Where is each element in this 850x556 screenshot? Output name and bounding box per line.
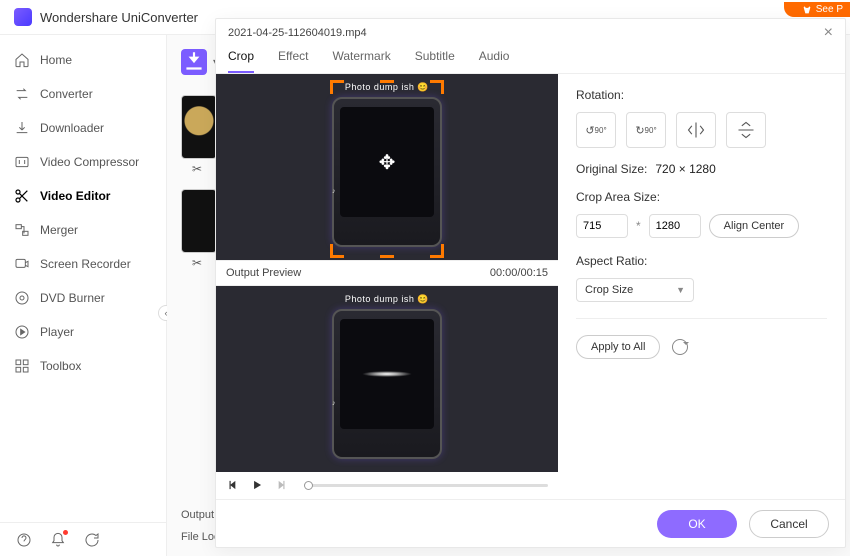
chevron-down-icon: ▼ — [676, 285, 685, 295]
editor-tabs: Crop Effect Watermark Subtitle Audio — [216, 41, 845, 74]
download-icon — [14, 120, 30, 136]
ok-button[interactable]: OK — [657, 510, 737, 538]
crop-preview-output: Photo dump ish 😊 ♪ — [216, 286, 558, 472]
crop-handles[interactable] — [330, 80, 444, 258]
sidebar-label: Player — [40, 325, 74, 339]
rotate-right-button[interactable]: ↻90° — [626, 112, 666, 148]
tab-audio[interactable]: Audio — [479, 49, 510, 73]
app-name: Wondershare UniConverter — [40, 10, 198, 25]
next-frame-button[interactable] — [274, 478, 288, 492]
output-preview-label: Output Preview — [226, 267, 301, 279]
add-file-icon — [181, 49, 207, 75]
preview-column: Photo dump ish 😊 ✥♪ Output Preview 00:00… — [216, 74, 558, 499]
sidebar-label: Video Editor — [40, 189, 110, 203]
sidebar-label: DVD Burner — [40, 291, 105, 305]
apply-to-all-button[interactable]: Apply to All — [576, 335, 660, 359]
aspect-ratio-value: Crop Size — [585, 284, 633, 296]
cancel-button[interactable]: Cancel — [749, 510, 829, 538]
flip-vertical-button[interactable] — [726, 112, 766, 148]
tab-subtitle[interactable]: Subtitle — [415, 49, 455, 73]
crop-area-label: Crop Area Size: — [576, 190, 827, 204]
sidebar-label: Merger — [40, 223, 78, 237]
crop-settings: Rotation: ↺90° ↻90° Original Size: 720 ×… — [558, 74, 845, 499]
tab-crop[interactable]: Crop — [228, 49, 254, 73]
multiply-symbol: * — [636, 219, 641, 233]
rotation-label: Rotation: — [576, 88, 827, 102]
converter-icon — [14, 86, 30, 102]
sidebar-item-toolbox[interactable]: Toolbox — [0, 349, 166, 383]
aspect-ratio-label: Aspect Ratio: — [576, 254, 827, 268]
app-logo — [14, 8, 32, 26]
aspect-ratio-select[interactable]: Crop Size ▼ — [576, 278, 694, 302]
reset-icon[interactable] — [672, 339, 688, 355]
modal-filename: 2021-04-25-112604019.mp4 — [228, 27, 367, 39]
sidebar-item-dvd[interactable]: DVD Burner — [0, 281, 166, 315]
feedback-icon[interactable] — [84, 532, 100, 548]
original-size-label: Original Size: — [576, 162, 647, 176]
grid-icon — [14, 358, 30, 374]
play-icon — [14, 324, 30, 340]
recorder-icon — [14, 256, 30, 272]
sidebar: Home Converter Downloader Video Compress… — [0, 35, 167, 556]
sidebar-item-merger[interactable]: Merger — [0, 213, 166, 247]
flip-horizontal-button[interactable] — [676, 112, 716, 148]
see-plans-label: See P — [816, 4, 843, 15]
sidebar-item-editor[interactable]: Video Editor — [0, 179, 166, 213]
sidebar-item-player[interactable]: Player — [0, 315, 166, 349]
modal-footer: OK Cancel — [216, 499, 845, 547]
video-thumbnail[interactable]: ✂ — [181, 189, 217, 253]
video-thumbnail[interactable]: ✂ — [181, 95, 217, 159]
scissors-icon — [14, 188, 30, 204]
rotate-left-button[interactable]: ↺90° — [576, 112, 616, 148]
bell-icon[interactable] — [50, 532, 66, 548]
tab-watermark[interactable]: Watermark — [332, 49, 390, 73]
crop-height-input[interactable] — [649, 214, 701, 238]
merge-icon — [14, 222, 30, 238]
sidebar-item-downloader[interactable]: Downloader — [0, 111, 166, 145]
see-plans-badge[interactable]: See P — [784, 2, 850, 17]
align-center-button[interactable]: Align Center — [709, 214, 800, 238]
sidebar-item-recorder[interactable]: Screen Recorder — [0, 247, 166, 281]
sidebar-label: Home — [40, 53, 72, 67]
disc-icon — [14, 290, 30, 306]
home-icon — [14, 52, 30, 68]
scissors-icon[interactable]: ✂ — [192, 162, 202, 176]
sidebar-label: Converter — [40, 87, 93, 101]
tab-effect[interactable]: Effect — [278, 49, 308, 73]
crop-width-input[interactable] — [576, 214, 628, 238]
original-size-value: 720 × 1280 — [655, 162, 715, 176]
sidebar-label: Toolbox — [40, 359, 81, 373]
bottom-toolbar — [0, 522, 167, 556]
play-button[interactable] — [250, 478, 264, 492]
prev-frame-button[interactable] — [226, 478, 240, 492]
sidebar-label: Screen Recorder — [40, 257, 131, 271]
compress-icon — [14, 154, 30, 170]
sidebar-item-compressor[interactable]: Video Compressor — [0, 145, 166, 179]
sidebar-item-converter[interactable]: Converter — [0, 77, 166, 111]
sidebar-label: Video Compressor — [40, 155, 139, 169]
scissors-icon[interactable]: ✂ — [192, 256, 202, 270]
sidebar-label: Downloader — [40, 121, 104, 135]
add-media-button[interactable]: ▾ — [181, 49, 218, 75]
timeline-slider[interactable] — [304, 484, 548, 487]
playback-controls — [216, 472, 558, 499]
crop-editor-modal: 2021-04-25-112604019.mp4 × Crop Effect W… — [215, 18, 846, 548]
video-caption: Photo dump ish 😊 — [332, 294, 442, 305]
close-icon[interactable]: × — [824, 24, 833, 42]
time-display: 00:00/00:15 — [490, 267, 548, 279]
crop-preview-source[interactable]: Photo dump ish 😊 ✥♪ — [216, 74, 558, 260]
sidebar-item-home[interactable]: Home — [0, 43, 166, 77]
help-icon[interactable] — [16, 532, 32, 548]
